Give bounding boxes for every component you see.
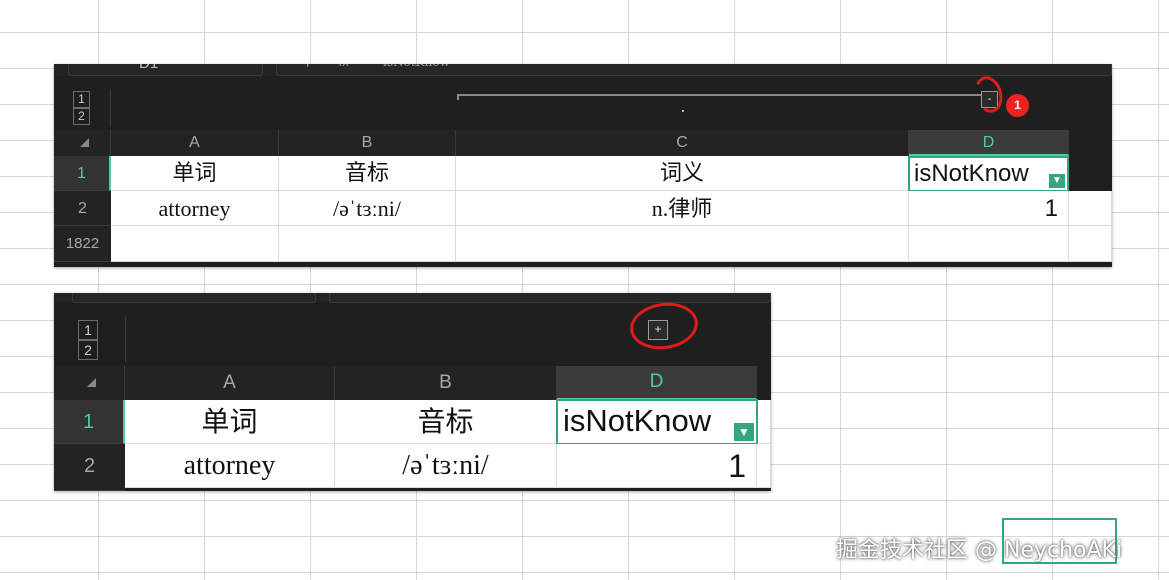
column-header-c[interactable]: C: [456, 130, 909, 156]
column-header-b-2[interactable]: B: [335, 366, 557, 400]
formula-text: isNotKnow: [383, 64, 450, 69]
formula-bar: D1 ⚲ fx isNotKnow: [54, 64, 1112, 76]
cell-b1822[interactable]: [279, 226, 456, 262]
outline-level-2[interactable]: 2: [73, 108, 90, 125]
cell-d1-b-selected[interactable]: isNotKnow ▼: [556, 399, 758, 445]
cell-d1-text: isNotKnow: [914, 160, 1029, 187]
column-header-d-2[interactable]: D: [557, 366, 757, 400]
formula-input-2[interactable]: [329, 293, 771, 303]
outline-level-1-b[interactable]: 1: [78, 320, 98, 340]
name-box-value: D1: [139, 64, 158, 72]
spreadsheet-screenshot-expand: 1 2 + A B D 1 2 单词 音标 isNotKnow ▼ attorn…: [54, 293, 771, 491]
cell-e2[interactable]: [1069, 191, 1112, 226]
cell-b1-b[interactable]: 音标: [335, 400, 557, 444]
column-header-b[interactable]: B: [279, 130, 456, 156]
corner-triangle-icon: [80, 138, 89, 147]
cell-b2[interactable]: /əˈtɜːni/: [279, 191, 456, 226]
column-header-a-2[interactable]: A: [125, 366, 335, 400]
cell-d2[interactable]: 1: [909, 191, 1069, 226]
column-header-row-2: A B D: [54, 366, 771, 400]
outline-level-1[interactable]: 1: [73, 91, 90, 108]
cell-c2[interactable]: n.律师: [456, 191, 909, 226]
annotation-number-badge: 1: [1006, 94, 1029, 117]
annotation-circle-2: [627, 298, 701, 354]
cell-c1822[interactable]: [456, 226, 909, 262]
cell-d1-b-text: isNotKnow: [563, 403, 712, 438]
cell-a1[interactable]: 单词: [111, 156, 279, 191]
formula-input[interactable]: ⚲ fx isNotKnow: [276, 64, 1112, 76]
outline-divider: [110, 89, 111, 127]
cell-e2-b: [757, 444, 771, 488]
filter-icon-2[interactable]: ▼: [734, 423, 754, 441]
name-box-2[interactable]: [72, 293, 316, 303]
cell-c1[interactable]: 词义: [456, 156, 909, 191]
cell-d1-selected[interactable]: isNotKnow ▼: [908, 156, 1069, 192]
group-bracket-start: [457, 94, 459, 100]
row-header-2[interactable]: 2: [54, 191, 111, 226]
cell-b1[interactable]: 音标: [279, 156, 456, 191]
name-box[interactable]: D1: [68, 64, 263, 76]
cell-d2-b[interactable]: 1: [557, 444, 757, 488]
cell-b2-b[interactable]: /əˈtɜːni/: [335, 444, 557, 488]
outline-divider-2: [125, 316, 126, 362]
outline-level-buttons: 1 2: [73, 91, 90, 125]
column-header-a[interactable]: A: [111, 130, 279, 156]
row-header-2-b[interactable]: 2: [54, 444, 125, 491]
cell-a2-b[interactable]: attorney: [125, 444, 335, 488]
formula-bar-2: [54, 293, 771, 303]
group-bracket-line: [457, 94, 987, 96]
spreadsheet-screenshot-collapse: D1 ⚲ fx isNotKnow 1 2 - 1 A B C D 1 2 18…: [54, 64, 1112, 267]
row-header-1822[interactable]: 1822: [54, 226, 111, 262]
group-dot: [682, 110, 684, 112]
annotation-circle: [970, 73, 1007, 116]
corner-triangle-icon-2: [87, 378, 96, 387]
select-all-corner-2[interactable]: [54, 366, 125, 400]
cell-e1-blank: [1069, 156, 1112, 191]
cell-e1822[interactable]: [1069, 226, 1112, 262]
row-header-1-b[interactable]: 1: [54, 400, 125, 444]
filter-icon[interactable]: ▼: [1049, 174, 1065, 188]
column-header-row: A B C D: [54, 130, 1112, 156]
row-header-1[interactable]: 1: [54, 156, 111, 191]
zoom-icon: ⚲: [303, 64, 313, 69]
column-header-d[interactable]: D: [909, 130, 1069, 156]
select-all-corner[interactable]: [54, 130, 111, 156]
outline-level-2-b[interactable]: 2: [78, 340, 98, 360]
cell-a1-b[interactable]: 单词: [125, 400, 335, 444]
cell-e1-b: [758, 400, 771, 444]
outline-level-buttons-2: 1 2: [78, 320, 98, 360]
watermark-text: 掘金技术社区 @ NeychoAKi: [836, 538, 1123, 563]
fx-icon: fx: [339, 64, 349, 69]
cell-a1822[interactable]: [111, 226, 279, 262]
cell-d1822[interactable]: [909, 226, 1069, 262]
cell-a2[interactable]: attorney: [111, 191, 279, 226]
